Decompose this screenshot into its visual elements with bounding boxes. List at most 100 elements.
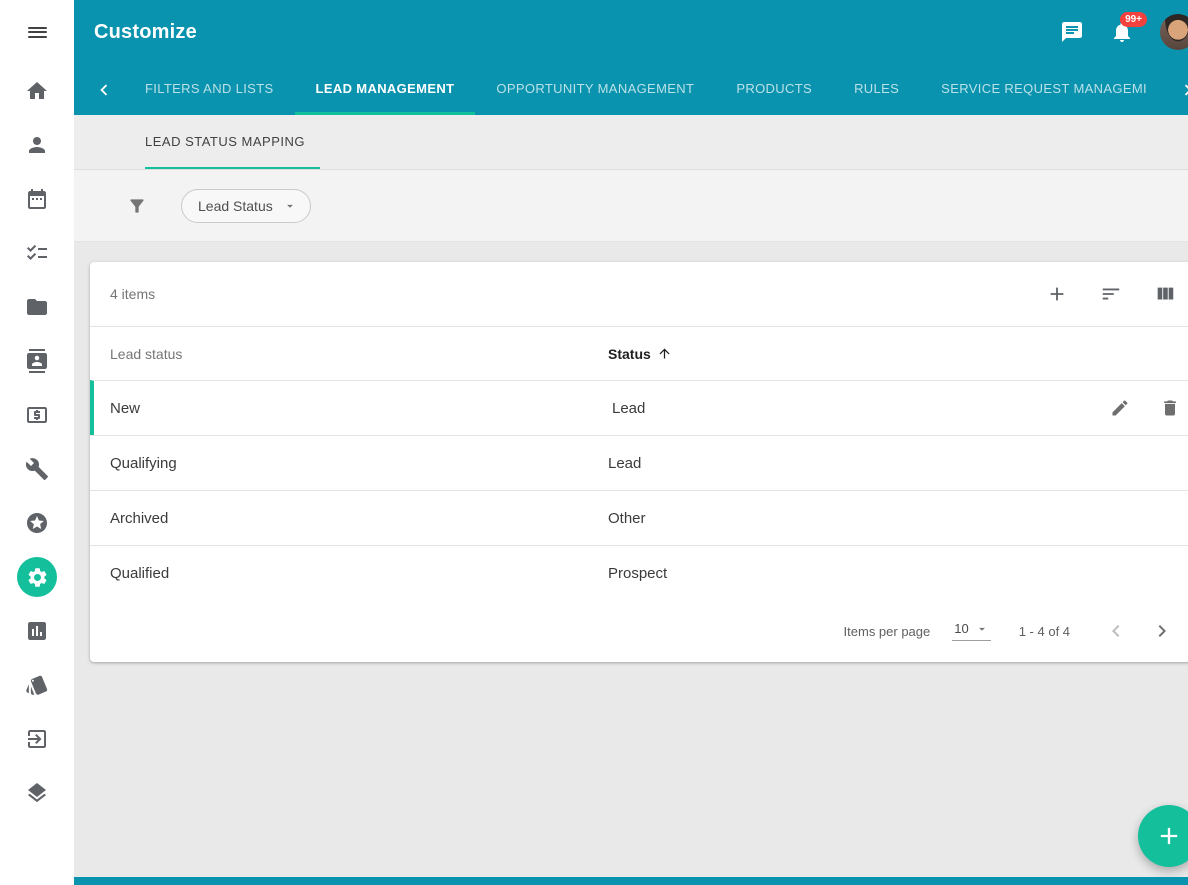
tab-products[interactable]: PRODUCTS <box>715 64 833 115</box>
page-title: Customize <box>94 21 197 44</box>
checklist-icon <box>25 241 49 265</box>
app-root: Customize 99+ FILTERS AND LISTS LEAD MAN… <box>0 0 1188 885</box>
sidebar-item-settings[interactable] <box>0 550 74 604</box>
table-row[interactable]: Qualified Prospect <box>90 545 1188 600</box>
edit-button[interactable] <box>1110 398 1130 418</box>
sidebar-item-calendar[interactable] <box>0 172 74 226</box>
column-header-status-label: Status <box>608 346 651 362</box>
filter-icon <box>127 196 147 216</box>
add-item-button[interactable] <box>1046 283 1068 305</box>
hamburger-icon <box>28 24 47 40</box>
home-icon <box>25 79 49 103</box>
filter-bar: Lead Status <box>74 170 1188 242</box>
tabs: FILTERS AND LISTS LEAD MANAGEMENT OPPORT… <box>124 64 1168 115</box>
chevron-down-icon <box>975 622 989 636</box>
tab-opportunity-management[interactable]: OPPORTUNITY MANAGEMENT <box>475 64 715 115</box>
paginator: Items per page 10 1 - 4 of 4 <box>90 600 1188 662</box>
sort-icon <box>1100 283 1122 305</box>
cell-lead-status: Archived <box>90 510 608 527</box>
chat-button[interactable] <box>1060 20 1084 44</box>
sidebar-item-dashboard[interactable] <box>0 64 74 118</box>
chevron-right-icon <box>1150 619 1174 643</box>
avatar[interactable] <box>1160 14 1188 50</box>
chevron-down-icon <box>283 199 297 213</box>
dollar-icon <box>25 403 49 427</box>
sidebar-item-contacts[interactable] <box>0 334 74 388</box>
sort-asc-arrow-icon <box>657 346 672 361</box>
contact-card-icon <box>25 349 49 373</box>
column-header-status[interactable]: Status <box>608 346 1070 362</box>
notification-badge: 99+ <box>1120 12 1147 27</box>
header-actions: 99+ <box>1060 14 1188 50</box>
columns-icon <box>1154 283 1176 305</box>
sidebar-item-insights[interactable] <box>0 604 74 658</box>
items-count: 4 items <box>110 286 155 302</box>
next-page-button[interactable] <box>1150 619 1174 643</box>
cell-lead-status: Qualifying <box>90 455 608 472</box>
tabs-scroll-right-button[interactable] <box>1168 64 1188 115</box>
tab-lead-management[interactable]: LEAD MANAGEMENT <box>295 64 476 115</box>
plus-icon <box>1155 822 1183 850</box>
page-range: 1 - 4 of 4 <box>1019 624 1070 639</box>
star-circle-icon <box>25 511 49 535</box>
gear-icon <box>26 566 49 589</box>
tab-filters-and-lists[interactable]: FILTERS AND LISTS <box>124 64 295 115</box>
main-area: Customize 99+ FILTERS AND LISTS LEAD MAN… <box>74 0 1188 885</box>
chevron-right-icon <box>1177 79 1188 101</box>
subtab-bar: LEAD STATUS MAPPING <box>74 115 1188 170</box>
table-row[interactable]: Qualifying Lead <box>90 435 1188 490</box>
card-toolbar: 4 items <box>90 262 1188 326</box>
sort-button[interactable] <box>1100 283 1122 305</box>
wrench-icon <box>25 457 49 481</box>
items-per-page-label: Items per page <box>844 624 931 639</box>
folder-icon <box>25 295 49 319</box>
content-area: 4 items Lead status <box>74 242 1188 885</box>
pencil-icon <box>1110 398 1130 418</box>
tab-bar: FILTERS AND LISTS LEAD MANAGEMENT OPPORT… <box>74 64 1188 115</box>
sidebar-item-deals[interactable] <box>0 388 74 442</box>
tab-rules[interactable]: RULES <box>833 64 920 115</box>
bar-chart-icon <box>25 619 49 643</box>
chip-label: Lead Status <box>198 198 273 214</box>
table-row[interactable]: New Lead <box>90 380 1188 435</box>
toolbar-icons <box>1046 283 1176 305</box>
settings-active-indicator <box>17 557 57 597</box>
sidebar-item-stack[interactable] <box>0 766 74 820</box>
person-icon <box>25 133 49 157</box>
chevron-left-icon <box>93 79 115 101</box>
lead-status-card: 4 items Lead status <box>90 262 1188 662</box>
tabs-scroll-left-button[interactable] <box>84 64 124 115</box>
sidebar-item-goals[interactable] <box>0 496 74 550</box>
cell-status: Prospect <box>608 565 1070 582</box>
sidebar-item-people[interactable] <box>0 118 74 172</box>
plus-icon <box>1046 283 1068 305</box>
table-header-row: Lead status Status <box>90 326 1188 380</box>
notifications-button[interactable]: 99+ <box>1110 20 1134 44</box>
cell-lead-status: New <box>94 400 612 417</box>
cell-status: Other <box>608 510 1070 527</box>
menu-button[interactable] <box>0 0 74 64</box>
exit-icon <box>25 727 49 751</box>
table-row[interactable]: Archived Other <box>90 490 1188 545</box>
cell-status: Lead <box>612 400 1070 417</box>
column-header-lead-status[interactable]: Lead status <box>90 346 608 362</box>
delete-button[interactable] <box>1160 398 1180 418</box>
layers-icon <box>25 781 49 805</box>
cell-status: Lead <box>608 455 1070 472</box>
prev-page-button[interactable] <box>1104 619 1128 643</box>
sidebar-item-tools[interactable] <box>0 442 74 496</box>
filter-button[interactable] <box>127 196 147 216</box>
subtab-lead-status-mapping[interactable]: LEAD STATUS MAPPING <box>145 115 320 169</box>
page-size-select[interactable]: 10 <box>952 621 990 641</box>
trash-icon <box>1160 398 1180 418</box>
sidebar-item-tags[interactable] <box>0 658 74 712</box>
cell-lead-status: Qualified <box>90 565 608 582</box>
lead-status-filter-chip[interactable]: Lead Status <box>181 189 311 223</box>
tab-service-request-management[interactable]: SERVICE REQUEST MANAGEMI <box>920 64 1168 115</box>
bottom-strip <box>74 877 1188 885</box>
sidebar-item-files[interactable] <box>0 280 74 334</box>
sidebar-item-exit[interactable] <box>0 712 74 766</box>
sidebar-item-tasks[interactable] <box>0 226 74 280</box>
columns-button[interactable] <box>1154 283 1176 305</box>
chevron-left-icon <box>1104 619 1128 643</box>
